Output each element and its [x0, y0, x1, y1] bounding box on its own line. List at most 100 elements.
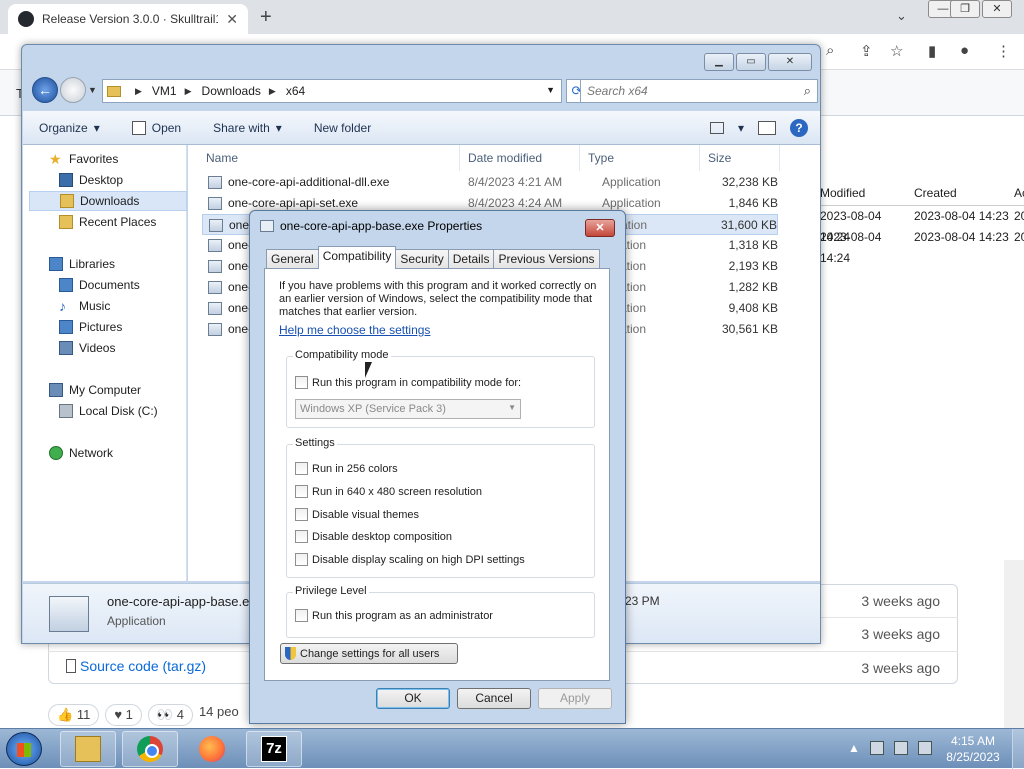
address-bar[interactable]: ▶ VM1 ▶ Downloads ▶ x64 ▼	[102, 79, 562, 103]
clock-time: 4:15 AM	[950, 734, 996, 748]
nav-local-disk[interactable]: Local Disk (C:)	[59, 401, 158, 421]
preview-pane-icon[interactable]	[758, 121, 776, 135]
explorer-close-button[interactable]: ✕	[768, 53, 812, 71]
compat-os-select[interactable]: Windows XP (Service Pack 3) ▼	[295, 399, 521, 419]
nav-music[interactable]: ♪ Music	[59, 296, 110, 316]
nav-favorites[interactable]: ★ Favorites	[49, 149, 118, 169]
share-with-button[interactable]: Share with ▾	[213, 121, 282, 135]
nav-downloads[interactable]: Downloads	[29, 191, 187, 211]
ok-button[interactable]: OK	[376, 688, 450, 709]
dialog-close-button[interactable]: ✕	[585, 219, 615, 237]
search-icon[interactable]: ⌕	[826, 42, 834, 59]
breadcrumb-separator-icon[interactable]: ▶	[185, 86, 192, 97]
show-hidden-icons-icon[interactable]: ▲	[848, 741, 860, 755]
tab-general[interactable]: General	[266, 249, 319, 269]
address-dropdown-icon[interactable]: ▼	[546, 85, 555, 95]
open-button[interactable]: Open	[131, 120, 181, 135]
source-code-link[interactable]: Source code (tar.gz)	[66, 658, 206, 674]
chevron-down-icon[interactable]: ⌄	[896, 8, 907, 24]
column-header-date[interactable]: Date modified	[460, 145, 580, 171]
tab-close-icon[interactable]: ✕	[226, 11, 238, 28]
new-folder-button[interactable]: New folder	[314, 121, 371, 135]
show-desktop-button[interactable]	[1012, 729, 1024, 769]
eyes-reaction[interactable]: 👀 4	[147, 704, 193, 726]
breadcrumb-item[interactable]: VM1	[152, 84, 177, 98]
file-row[interactable]: one-core-api-additional-dll.exe 8/4/2023 …	[202, 172, 778, 193]
bookmark-star-icon[interactable]: ☆	[890, 42, 903, 60]
share-icon[interactable]: ⇪	[860, 42, 873, 60]
disable-desktop-composition-checkbox[interactable]: Disable desktop composition	[295, 530, 452, 543]
nav-network[interactable]: Network	[49, 443, 113, 463]
checkbox-box[interactable]	[295, 530, 308, 543]
run-as-admin-checkbox[interactable]: Run this program as an administrator	[295, 609, 493, 622]
taskbar-explorer[interactable]	[60, 731, 116, 767]
start-button[interactable]	[6, 732, 42, 766]
nav-my-computer[interactable]: My Computer	[49, 380, 141, 400]
network-status-icon[interactable]	[893, 741, 908, 755]
side-panel-icon[interactable]: ▮	[928, 42, 936, 60]
chevron-down-icon[interactable]: ▾	[738, 121, 744, 135]
nav-pictures[interactable]: Pictures	[59, 317, 122, 337]
checkbox-label: Run in 256 colors	[312, 462, 398, 475]
change-settings-all-users-button[interactable]: Change settings for all users	[280, 643, 458, 664]
heart-reaction[interactable]: ♥ 1	[105, 704, 142, 726]
disable-dpi-scaling-checkbox[interactable]: Disable display scaling on high DPI sett…	[295, 553, 525, 566]
volume-muted-icon[interactable]	[917, 741, 932, 755]
help-choose-settings-link[interactable]: Help me choose the settings	[279, 323, 430, 337]
breadcrumb-separator-icon[interactable]: ▶	[269, 86, 276, 97]
checkbox-box[interactable]	[295, 462, 308, 475]
taskbar-7zip[interactable]: 7z	[246, 731, 302, 767]
action-center-flag-icon[interactable]	[869, 741, 884, 755]
nav-libraries[interactable]: Libraries	[49, 254, 115, 274]
run-256-colors-checkbox[interactable]: Run in 256 colors	[295, 462, 398, 475]
back-arrow-icon[interactable]: ←	[32, 77, 58, 103]
forward-arrow-icon[interactable]	[60, 77, 86, 103]
recent-pages-dropdown-icon[interactable]: ▼	[88, 85, 97, 95]
reaction-count: 4	[176, 707, 184, 722]
nav-videos[interactable]: Videos	[59, 338, 115, 358]
nav-desktop[interactable]: Desktop	[59, 170, 123, 190]
breadcrumb-item[interactable]: Downloads	[202, 84, 261, 98]
organize-button[interactable]: Organize ▾	[39, 121, 100, 135]
browser-close-button[interactable]: ✕	[982, 0, 1012, 18]
checkbox-box[interactable]	[295, 376, 308, 389]
cancel-button[interactable]: Cancel	[457, 688, 531, 709]
search-icon[interactable]: ⌕	[804, 83, 811, 99]
clock[interactable]: 4:15 AM 8/25/2023	[938, 733, 1008, 765]
breadcrumb-separator-icon[interactable]: ▶	[135, 86, 142, 97]
explorer-minimize-button[interactable]: ▁	[704, 53, 734, 71]
exe-file-icon	[49, 596, 89, 632]
run-640x480-checkbox[interactable]: Run in 640 x 480 screen resolution	[295, 485, 482, 498]
column-header-name[interactable]: Name	[198, 145, 460, 171]
search-input[interactable]: Search x64 ⌕	[580, 79, 818, 103]
profile-icon[interactable]: ●	[960, 42, 969, 59]
tab-details[interactable]: Details	[447, 249, 495, 269]
breadcrumb-item[interactable]: x64	[286, 84, 305, 98]
new-tab-icon[interactable]: +	[260, 6, 272, 29]
tab-compatibility[interactable]: Compatibility	[317, 246, 397, 269]
checkbox-box[interactable]	[295, 609, 308, 622]
change-view-icon[interactable]	[709, 122, 724, 134]
column-header-size[interactable]: Size	[700, 145, 780, 171]
help-icon[interactable]: ?	[790, 119, 808, 137]
browser-restore-button[interactable]: ❐	[950, 0, 980, 18]
nav-recent-places[interactable]: Recent Places	[59, 212, 156, 232]
browser-tab[interactable]: Release Version 3.0.0 · Skulltrail1İ ✕	[8, 4, 248, 34]
tab-security[interactable]: Security	[395, 249, 449, 269]
file-type: Application	[602, 175, 661, 189]
nav-documents[interactable]: Documents	[59, 275, 140, 295]
tab-previous-versions[interactable]: Previous Versions	[493, 249, 600, 269]
checkbox-box[interactable]	[295, 553, 308, 566]
compat-mode-checkbox[interactable]: Run this program in compatibility mode f…	[295, 376, 521, 389]
disable-visual-themes-checkbox[interactable]: Disable visual themes	[295, 508, 419, 521]
taskbar-chrome[interactable]	[122, 731, 178, 767]
column-header-type[interactable]: Type	[580, 145, 700, 171]
menu-icon[interactable]: ⋮	[996, 42, 1011, 60]
thumbs-up-reaction[interactable]: 👍 11	[48, 704, 100, 726]
explorer-maximize-button[interactable]: ▭	[736, 53, 766, 71]
checkbox-box[interactable]	[295, 485, 308, 498]
taskbar-firefox[interactable]	[184, 731, 240, 767]
checkbox-box[interactable]	[295, 508, 308, 521]
page-scrollbar[interactable]	[1004, 560, 1024, 728]
apply-button[interactable]: Apply	[538, 688, 612, 709]
